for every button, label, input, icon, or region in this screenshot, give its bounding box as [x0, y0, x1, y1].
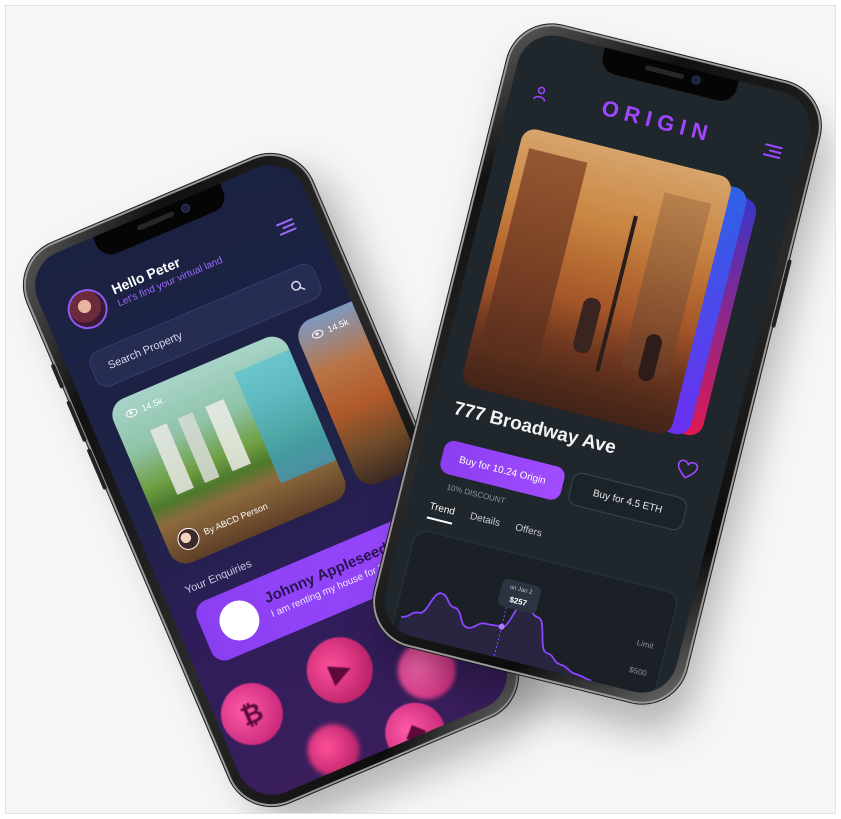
bitcoin-glyph: ₿ [236, 695, 268, 732]
heart-icon[interactable] [674, 458, 700, 483]
eye-icon [310, 328, 325, 341]
views-count: 14.5k [310, 317, 350, 341]
views-label: 14.5k [139, 395, 165, 414]
silent-switch [50, 363, 65, 389]
avatar[interactable] [61, 282, 114, 336]
owner-avatar [174, 524, 203, 554]
bitcoin-coin-icon: ₿ [211, 673, 293, 755]
buy-eth-button[interactable]: Buy for 4.5 ETH [566, 470, 690, 533]
owner-label: By ABCD Person [202, 500, 270, 537]
views-label: 14.5k [325, 316, 351, 335]
play-glyph: ▶ [324, 652, 355, 688]
ethereum-glyph: ◆ [399, 714, 431, 750]
eye-icon [124, 407, 139, 420]
property-image-stack[interactable] [459, 126, 760, 440]
right-screen: ORIGIN 777 Broadway Ave Buy for 10.24 Or… [376, 27, 818, 701]
owner-info: By ABCD Person [174, 495, 271, 554]
search-icon[interactable] [288, 277, 306, 295]
play-coin-icon: ▶ [296, 626, 384, 714]
tab-trend[interactable]: Trend [426, 500, 456, 525]
menu-icon[interactable] [275, 217, 297, 236]
right-phone: ORIGIN 777 Broadway Ave Buy for 10.24 Or… [365, 16, 829, 712]
tab-offers[interactable]: Offers [512, 522, 543, 546]
enquiry-avatar [213, 594, 266, 647]
coin-icon [299, 715, 368, 785]
mockup-canvas: Hello Peter Let's find your virtual land… [5, 5, 836, 814]
ethereum-coin-icon: ◆ [375, 693, 455, 773]
tab-details[interactable]: Details [467, 511, 501, 536]
views-count: 14.5k [124, 396, 164, 420]
search-placeholder: Search Property [106, 329, 185, 372]
notch [598, 47, 739, 105]
